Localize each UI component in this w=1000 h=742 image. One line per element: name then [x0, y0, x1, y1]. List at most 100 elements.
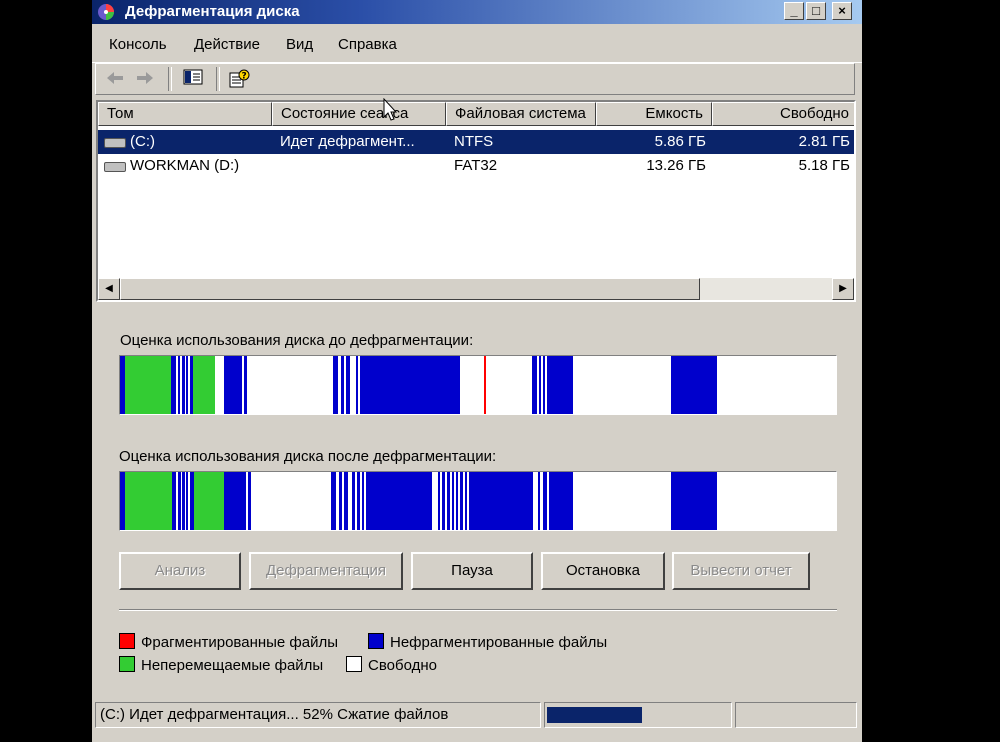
- before-cluster-block: [244, 356, 247, 414]
- after-cluster-block: [442, 472, 445, 530]
- free-swatch: [346, 656, 362, 672]
- after-cluster-block: [344, 472, 348, 530]
- help-icon[interactable]: ?: [228, 69, 250, 89]
- after-cluster-block: [456, 472, 458, 530]
- after-cluster-block: [671, 472, 717, 530]
- forward-arrow-icon[interactable]: [134, 69, 156, 89]
- separator-line: [119, 609, 837, 611]
- before-cluster-block: [125, 356, 171, 414]
- unmovable-swatch: [119, 656, 135, 672]
- after-cluster-block: [538, 472, 540, 530]
- scroll-right-button[interactable]: ▶: [832, 278, 854, 300]
- defrag-app-icon: [98, 4, 114, 20]
- volume-capacity: 5.86 ГБ: [654, 133, 706, 150]
- menu-view[interactable]: Вид: [286, 36, 313, 53]
- before-cluster-block: [356, 356, 358, 414]
- before-defrag-label: Оценка использования диска до дефрагмент…: [120, 332, 474, 349]
- contiguous-swatch: [368, 633, 384, 649]
- status-bar: (C:) Идет дефрагментация... 52% Сжатие ф…: [92, 700, 862, 730]
- stop-button[interactable]: Остановка: [541, 552, 665, 590]
- legend-contiguous-label: Нефрагментированные файлы: [390, 634, 608, 651]
- after-cluster-block: [339, 472, 342, 530]
- before-cluster-block: [186, 356, 188, 414]
- horizontal-scrollbar[interactable]: ◀ ▶: [98, 278, 854, 300]
- after-cluster-block: [362, 472, 364, 530]
- volume-free: 5.18 ГБ: [798, 157, 850, 174]
- back-arrow-icon[interactable]: [104, 69, 126, 89]
- after-cluster-block: [549, 472, 573, 530]
- view-report-button[interactable]: Вывести отчет: [672, 552, 810, 590]
- before-cluster-block: [182, 356, 185, 414]
- scroll-thumb[interactable]: [120, 278, 700, 300]
- after-cluster-block: [366, 472, 432, 530]
- column-header-filesystem[interactable]: Файловая система: [446, 102, 596, 126]
- after-cluster-block: [182, 472, 185, 530]
- list-header: Том Состояние сеанса Файловая система Ем…: [98, 102, 854, 126]
- after-cluster-block: [224, 472, 246, 530]
- after-cluster-block: [543, 472, 547, 530]
- volume-status: Идет дефрагмент...: [280, 133, 415, 150]
- fragmented-swatch: [119, 633, 135, 649]
- after-cluster-block: [460, 472, 463, 530]
- column-header-free[interactable]: Свободно: [712, 102, 854, 126]
- progress-bar: [544, 702, 732, 728]
- mouse-cursor-icon: [383, 98, 397, 121]
- status-pane-empty: [735, 702, 857, 728]
- before-cluster-block: [484, 356, 486, 414]
- pause-button[interactable]: Пауза: [411, 552, 533, 590]
- column-header-status[interactable]: Состояние сеанса: [272, 102, 446, 126]
- volume-name: (C:): [130, 133, 155, 150]
- after-defrag-label: Оценка использования диска после дефрагм…: [119, 448, 497, 465]
- before-cluster-block: [360, 356, 460, 414]
- volume-list: Том Состояние сеанса Файловая система Ем…: [96, 100, 856, 302]
- toolbar-separator: [168, 67, 172, 91]
- before-cluster-block: [178, 356, 180, 414]
- legend-unmovable: Неперемещаемые файлы: [119, 656, 323, 674]
- defrag-window: Дефрагментация диска _ □ × Консоль Дейст…: [92, 0, 862, 742]
- after-cluster-block: [194, 472, 224, 530]
- title-bar[interactable]: Дефрагментация диска _ □ ×: [92, 0, 862, 24]
- legend-free: Свободно: [346, 656, 437, 674]
- after-cluster-block: [438, 472, 440, 530]
- before-cluster-block: [671, 356, 717, 414]
- analyze-button[interactable]: Анализ: [119, 552, 241, 590]
- volume-row-c[interactable]: (C:) Идет дефрагмент... NTFS 5.86 ГБ 2.8…: [98, 130, 854, 154]
- before-cluster-block: [346, 356, 350, 414]
- hard-drive-icon: [104, 162, 126, 172]
- before-cluster-block: [224, 356, 242, 414]
- legend-fragmented: Фрагментированные файлы: [119, 633, 338, 651]
- hard-drive-icon: [104, 138, 126, 148]
- menu-bar: Консоль Действие Вид Справка: [92, 28, 862, 63]
- legend-fragmented-label: Фрагментированные файлы: [141, 634, 339, 651]
- after-cluster-block: [186, 472, 188, 530]
- before-defrag-display: [119, 355, 837, 415]
- maximize-button[interactable]: □: [806, 2, 826, 20]
- before-cluster-block: [171, 356, 176, 414]
- minimize-button[interactable]: _: [784, 2, 804, 20]
- defragment-button[interactable]: Дефрагментация: [249, 552, 403, 590]
- close-button[interactable]: ×: [832, 2, 852, 20]
- before-cluster-block: [341, 356, 344, 414]
- volume-capacity: 13.26 ГБ: [646, 157, 706, 174]
- before-cluster-block: [547, 356, 573, 414]
- toolbar: ?: [95, 63, 855, 95]
- volume-free: 2.81 ГБ: [798, 133, 850, 150]
- before-cluster-block: [333, 356, 338, 414]
- column-header-volume[interactable]: Том: [98, 102, 272, 126]
- menu-help[interactable]: Справка: [338, 36, 397, 53]
- window-title: Дефрагментация диска: [125, 3, 300, 20]
- volume-filesystem: FAT32: [454, 157, 498, 174]
- volume-row-d[interactable]: WORKMAN (D:) FAT32 13.26 ГБ 5.18 ГБ: [98, 154, 854, 178]
- volume-name: WORKMAN (D:): [130, 157, 240, 174]
- menu-console[interactable]: Консоль: [109, 36, 167, 53]
- column-header-capacity[interactable]: Емкость: [596, 102, 712, 126]
- after-cluster-block: [248, 472, 251, 530]
- svg-text:?: ?: [242, 72, 247, 82]
- scroll-left-button[interactable]: ◀: [98, 278, 120, 300]
- menu-action[interactable]: Действие: [194, 36, 260, 53]
- after-cluster-block: [465, 472, 467, 530]
- legend-contiguous: Нефрагментированные файлы: [368, 633, 607, 651]
- show-hide-tree-icon[interactable]: [182, 69, 204, 89]
- before-cluster-block: [193, 356, 215, 414]
- legend-unmovable-label: Неперемещаемые файлы: [141, 657, 324, 674]
